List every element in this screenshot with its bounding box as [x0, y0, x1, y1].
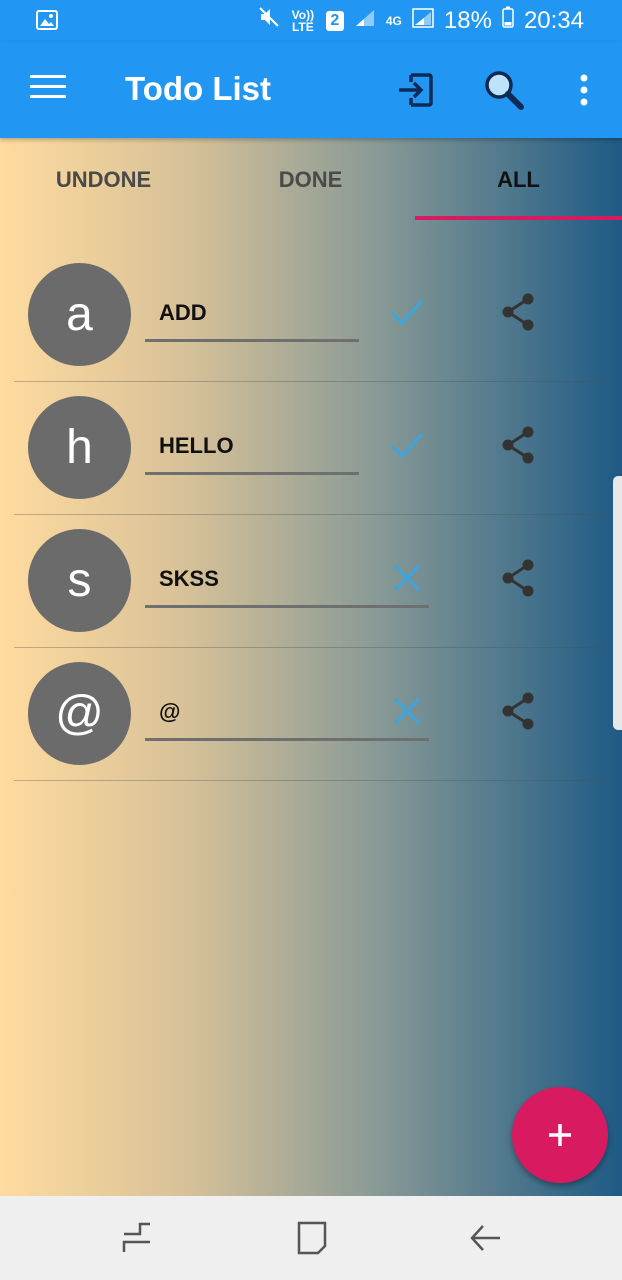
tab-all[interactable]: ALL: [415, 138, 622, 222]
text-underline: [145, 339, 359, 342]
tab-indicator: [415, 216, 622, 220]
todo-row[interactable]: @ @: [14, 647, 607, 781]
plus-icon: [549, 1124, 571, 1146]
scroll-handle[interactable]: [613, 476, 622, 730]
back-icon[interactable]: [466, 1218, 506, 1258]
todo-text[interactable]: SKSS: [159, 566, 219, 592]
signal-icon-2: [412, 7, 434, 35]
clock: 20:34: [523, 6, 584, 34]
todo-row[interactable]: h HELLO: [14, 381, 607, 515]
more-vert-icon[interactable]: [562, 68, 606, 112]
app-title: Todo List: [125, 70, 272, 107]
avatar: a: [28, 263, 131, 366]
network-type: 4G: [385, 13, 402, 28]
exit-icon[interactable]: [393, 68, 437, 112]
content-area: UNDONE DONE ALL a ADD h HELLO s SKSS @ @: [0, 138, 622, 1196]
todo-row[interactable]: a ADD: [14, 248, 607, 382]
app-bar: Todo List: [0, 42, 622, 138]
close-icon[interactable]: [388, 559, 426, 597]
share-icon[interactable]: [500, 425, 536, 465]
battery-icon: [502, 6, 514, 35]
close-icon[interactable]: [388, 692, 426, 730]
check-icon[interactable]: [388, 426, 426, 464]
todo-row[interactable]: s SKSS: [14, 514, 607, 648]
share-icon[interactable]: [500, 292, 536, 332]
todo-text[interactable]: ADD: [159, 300, 207, 326]
volte-indicator: Vo)) LTE: [291, 7, 315, 34]
add-todo-button[interactable]: [512, 1087, 608, 1183]
todo-text[interactable]: @: [159, 699, 180, 725]
tab-done[interactable]: DONE: [207, 138, 414, 222]
sim-slot-badge: 2: [325, 10, 344, 31]
share-icon[interactable]: [500, 691, 536, 731]
todo-text[interactable]: HELLO: [159, 433, 234, 459]
status-bar: Vo)) LTE 2 4G 18% 20:34: [0, 0, 622, 42]
gallery-notification-icon: [36, 10, 58, 35]
avatar: h: [28, 396, 131, 499]
text-underline: [145, 738, 429, 741]
recent-apps-icon[interactable]: [118, 1218, 158, 1258]
search-icon[interactable]: [482, 68, 526, 112]
battery-percent: 18%: [443, 6, 492, 34]
tab-bar: UNDONE DONE ALL: [0, 138, 622, 222]
home-icon[interactable]: [292, 1218, 332, 1258]
menu-icon[interactable]: [30, 75, 66, 105]
mute-icon: [258, 6, 280, 35]
text-underline: [145, 605, 429, 608]
check-icon[interactable]: [388, 293, 426, 331]
signal-icon-1: [354, 7, 376, 35]
navigation-bar: [0, 1196, 622, 1280]
avatar: s: [28, 529, 131, 632]
text-underline: [145, 472, 359, 475]
tab-undone[interactable]: UNDONE: [0, 138, 207, 222]
share-icon[interactable]: [500, 558, 536, 598]
avatar: @: [28, 662, 131, 765]
